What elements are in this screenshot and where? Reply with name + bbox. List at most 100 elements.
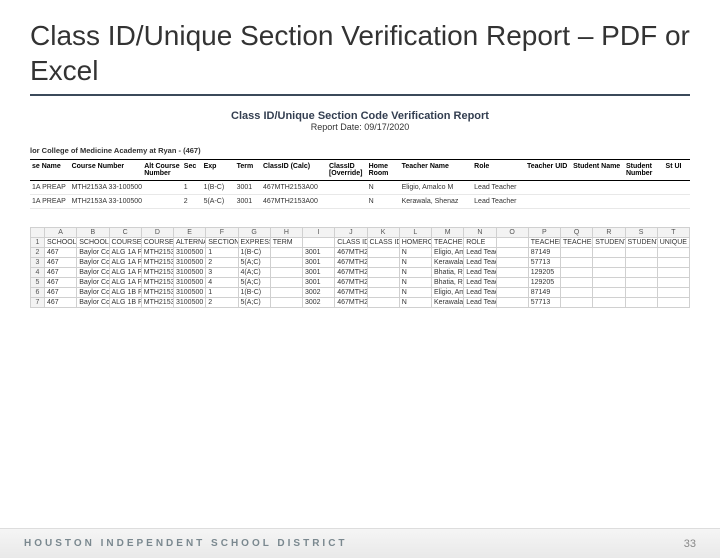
cell: Baylor Col — [77, 258, 109, 268]
table-row: 7467Baylor ColALG 1B PRMTH2153B310050025… — [31, 298, 690, 308]
cell: N — [367, 181, 400, 195]
cell — [593, 298, 625, 308]
cell — [657, 298, 689, 308]
cell: ALG 1A PR — [109, 258, 141, 268]
cell: 3100500 — [174, 268, 206, 278]
cell: STUDENT N — [593, 238, 625, 248]
cell: TEACHER I — [561, 238, 593, 248]
cell — [496, 258, 528, 268]
cell — [367, 248, 399, 258]
cell: Lead Teacher — [464, 258, 496, 268]
cell: 3002 — [303, 298, 335, 308]
cell: 467MTH2153A004 — [335, 278, 367, 288]
cell: 1(B-C) — [238, 288, 270, 298]
cell: 467MTH2153B002 — [335, 298, 367, 308]
excel-col-letter: E — [174, 228, 206, 238]
excel-row-number: 2 — [31, 248, 45, 258]
cell: 3001 — [303, 278, 335, 288]
excel-col-letter: C — [109, 228, 141, 238]
cell: Kerawala, — [432, 298, 464, 308]
excel-col-letter: K — [367, 228, 399, 238]
cell — [561, 268, 593, 278]
pdf-col: Role — [472, 160, 525, 181]
excel-col-letter: Q — [561, 228, 593, 238]
cell — [664, 181, 690, 195]
excel-col-letter: S — [625, 228, 657, 238]
cell — [367, 258, 399, 268]
cell: CLASS ID ( — [367, 238, 399, 248]
cell: 3001 — [235, 195, 261, 209]
excel-col-letter: P — [528, 228, 560, 238]
cell: 5(A;C) — [238, 298, 270, 308]
cell: N — [367, 195, 400, 209]
cell: 1 — [206, 288, 238, 298]
cell: TERM — [270, 238, 302, 248]
cell: 467MTH2153A002 — [335, 258, 367, 268]
cell — [625, 278, 657, 288]
cell — [657, 248, 689, 258]
cell — [625, 258, 657, 268]
cell — [270, 268, 302, 278]
cell — [664, 195, 690, 209]
cell: Baylor Col — [77, 288, 109, 298]
excel-col-letter: B — [77, 228, 109, 238]
cell: 1A PREAP — [30, 181, 70, 195]
cell — [367, 278, 399, 288]
cell: Lead Teacher — [464, 288, 496, 298]
cell: Lead Teacher — [472, 195, 525, 209]
cell: 129205 — [528, 268, 560, 278]
cell: Baylor Col — [77, 278, 109, 288]
cell: 467 — [45, 258, 77, 268]
cell: 3100500 — [174, 288, 206, 298]
pdf-col: Teacher Name — [400, 160, 473, 181]
cell — [593, 278, 625, 288]
slide-footer: HOUSTON INDEPENDENT SCHOOL DISTRICT 33 — [0, 528, 720, 558]
title-underline — [30, 94, 690, 96]
cell — [561, 298, 593, 308]
cell: 3100500 — [174, 298, 206, 308]
cell: N — [399, 258, 431, 268]
cell: ALTERNAT — [174, 238, 206, 248]
cell — [142, 181, 182, 195]
cell — [270, 298, 302, 308]
cell — [571, 181, 624, 195]
cell: 467MTH2153A00 — [261, 195, 327, 209]
pdf-col: Home Room — [367, 160, 400, 181]
cell: N — [399, 268, 431, 278]
cell: MTH2153A — [141, 268, 173, 278]
pdf-col: Alt Course Number — [142, 160, 182, 181]
excel-col-letter: O — [496, 228, 528, 238]
cell: Lead Teacher — [464, 278, 496, 288]
cell — [593, 258, 625, 268]
cell: 467 — [45, 248, 77, 258]
cell: 4 — [206, 278, 238, 288]
cell — [142, 195, 182, 209]
cell: MTH2153A — [141, 258, 173, 268]
cell: Bhatia, Ra — [432, 278, 464, 288]
cell: STUDENT I — [625, 238, 657, 248]
cell: Lead Teacher — [464, 248, 496, 258]
cell: 467 — [45, 278, 77, 288]
pdf-col: ClassID [Override] — [327, 160, 367, 181]
cell: 3100500 — [174, 248, 206, 258]
cell: 467MTH2153B001 — [335, 288, 367, 298]
excel-row-number: 6 — [31, 288, 45, 298]
cell — [367, 298, 399, 308]
cell — [496, 268, 528, 278]
page-title: Class ID/Unique Section Verification Rep… — [30, 18, 720, 88]
table-row: 3467Baylor ColALG 1A PRMTH2153A310050025… — [31, 258, 690, 268]
cell: Baylor Col — [77, 248, 109, 258]
cell: 3001 — [303, 258, 335, 268]
report-date: Report Date: 09/17/2020 — [30, 122, 690, 132]
cell — [367, 288, 399, 298]
cell: CLASS ID ( — [335, 238, 367, 248]
pdf-header-row: se Name Course Number Alt Course Number … — [30, 160, 690, 181]
cell: 57713 — [528, 298, 560, 308]
cell: 2 — [206, 298, 238, 308]
cell: N — [399, 248, 431, 258]
cell — [625, 248, 657, 258]
cell: 467MTH2153A00 — [261, 181, 327, 195]
cell: Eligio, Am — [432, 248, 464, 258]
cell: 3001 — [235, 181, 261, 195]
cell — [367, 268, 399, 278]
